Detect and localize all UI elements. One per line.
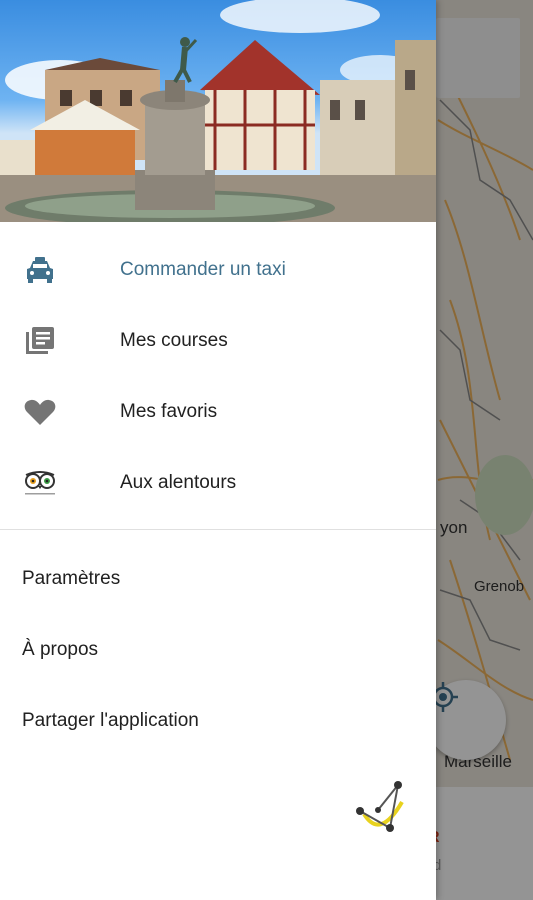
menu-item-label: Partager l'application (22, 710, 199, 731)
menu-item-my-rides[interactable]: Mes courses (0, 306, 436, 376)
rides-list-icon (22, 323, 58, 359)
menu-item-label: À propos (22, 639, 99, 660)
menu-item-settings[interactable]: Paramètres (0, 544, 436, 614)
menu-item-order-taxi[interactable]: Commander un taxi (0, 235, 436, 305)
app-logo-icon (356, 781, 404, 832)
navigation-drawer: Commander un taxi Mes courses Mes favori… (0, 0, 436, 900)
town-square-photo (0, 0, 436, 222)
menu-item-label: Aux alentours (120, 472, 237, 493)
menu-item-nearby[interactable]: Aux alentours (0, 448, 436, 518)
menu-item-label: Commander un taxi (120, 259, 286, 280)
drawer-header-image (0, 0, 436, 222)
menu-item-label: Paramètres (22, 568, 121, 589)
menu-divider (0, 529, 436, 530)
menu-item-favorites[interactable]: Mes favoris (0, 377, 436, 447)
taxi-icon (22, 252, 58, 288)
heart-icon (22, 394, 58, 430)
menu-item-label: Mes favoris (120, 401, 218, 422)
tripadvisor-icon (22, 465, 58, 501)
menu-item-about[interactable]: À propos (0, 615, 436, 685)
menu-item-share-app[interactable]: Partager l'application (0, 686, 436, 756)
menu-item-label: Mes courses (120, 330, 228, 351)
